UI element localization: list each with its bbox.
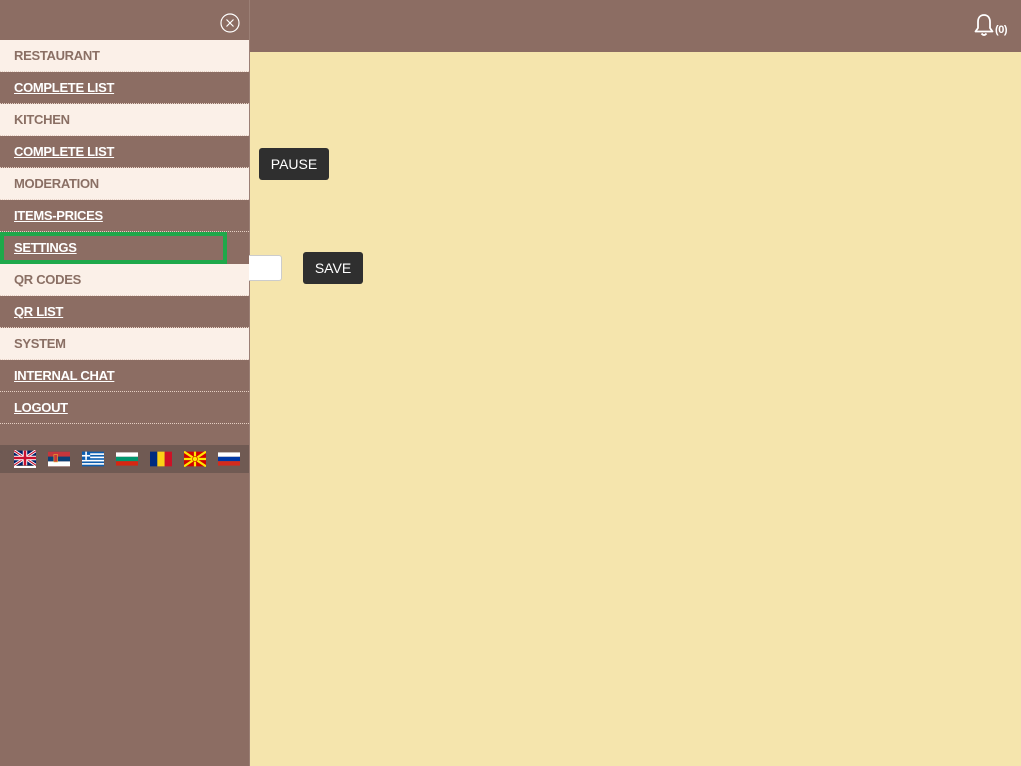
language-bar: [0, 445, 249, 473]
romania-flag-icon[interactable]: [150, 451, 172, 467]
uk-flag-icon[interactable]: [14, 450, 36, 468]
sidebar: RESTAURANT COMPLETE LIST KITCHEN COMPLET…: [0, 0, 250, 766]
sidebar-item-restaurant-complete-list[interactable]: COMPLETE LIST: [0, 72, 249, 104]
sidebar-section-kitchen: KITCHEN: [0, 104, 249, 136]
save-button[interactable]: SAVE: [303, 252, 363, 284]
sidebar-item-qr-list[interactable]: QR LIST: [0, 296, 249, 328]
pause-button[interactable]: PAUSE: [259, 148, 329, 180]
sidebar-item-settings[interactable]: SETTINGS: [0, 232, 227, 264]
sidebar-section-qr-codes: QR CODES: [0, 264, 249, 296]
bulgaria-flag-icon[interactable]: [116, 451, 138, 467]
macedonia-flag-icon[interactable]: [184, 451, 206, 467]
sidebar-section-system: SYSTEM: [0, 328, 249, 360]
sidebar-item-logout[interactable]: LOGOUT: [0, 392, 249, 424]
sidebar-item-internal-chat[interactable]: INTERNAL CHAT: [0, 360, 249, 392]
sidebar-item-items-prices[interactable]: ITEMS-PRICES: [0, 200, 249, 232]
sidebar-item-kitchen-complete-list[interactable]: COMPLETE LIST: [0, 136, 249, 168]
serbia-flag-icon[interactable]: [48, 451, 70, 467]
sidebar-menu: RESTAURANT COMPLETE LIST KITCHEN COMPLET…: [0, 40, 249, 424]
notification-count: (0): [995, 24, 1007, 36]
russia-flag-icon[interactable]: [218, 451, 240, 467]
sidebar-section-restaurant: RESTAURANT: [0, 40, 249, 72]
greece-flag-icon[interactable]: [82, 451, 104, 467]
settings-input[interactable]: [249, 255, 282, 281]
notifications[interactable]: (0): [974, 13, 1007, 37]
bell-icon[interactable]: [974, 13, 994, 37]
close-icon[interactable]: [220, 13, 240, 33]
sidebar-section-moderation: MODERATION: [0, 168, 249, 200]
